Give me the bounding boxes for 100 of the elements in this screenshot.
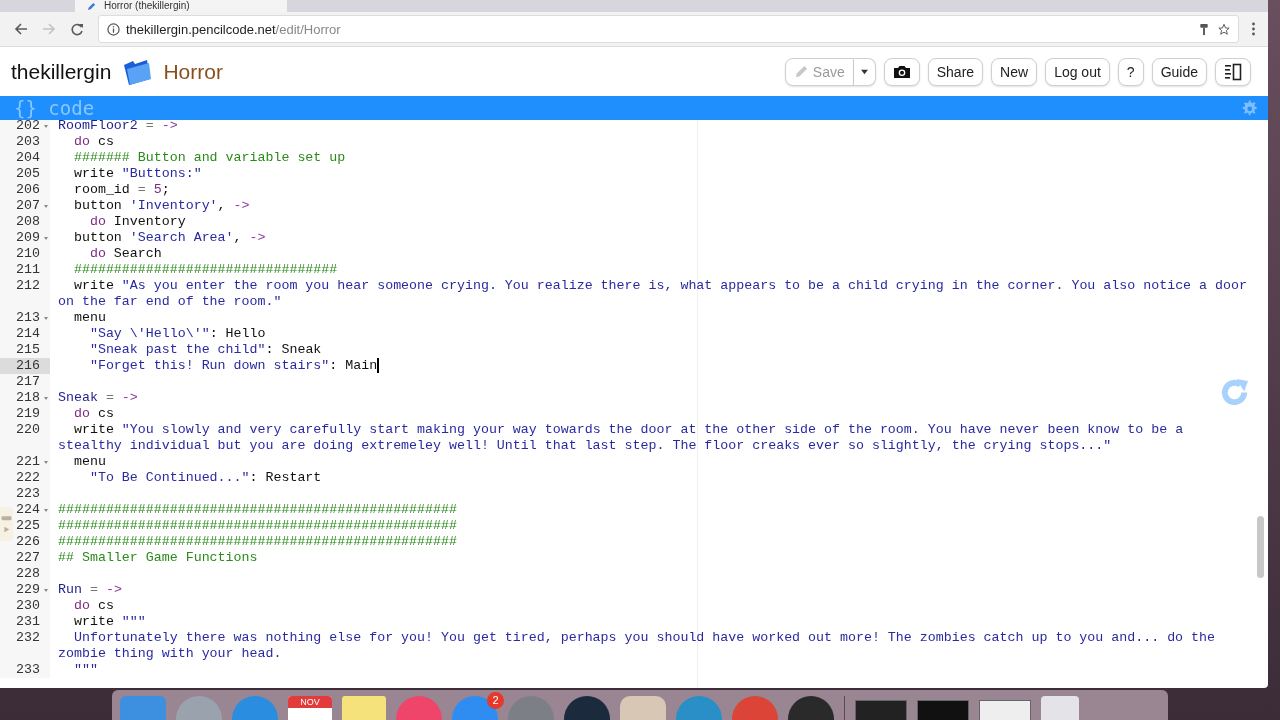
code-line: ################################# [72, 262, 338, 278]
line-number: 211 [16, 262, 41, 278]
project-name[interactable]: Horror [163, 59, 223, 84]
layout-button[interactable] [1215, 57, 1251, 86]
line-number: 213 [16, 310, 41, 326]
code-line: write "You slowly and very carefully start making your way towards the door at the other side of the room. You have never been know to be a stealthy individual but you are doing extremeley well! Until that last step. The floor creaks ever so slightly, the crying stops..." [57, 422, 1184, 454]
code-line: ## Smaller Game Functions [57, 550, 258, 566]
notification-badge: 2 [487, 692, 504, 709]
code-line: Run = -> [57, 582, 122, 598]
back-icon[interactable] [14, 22, 28, 36]
key-icon[interactable] [1198, 22, 1210, 36]
fold-icon[interactable] [44, 124, 48, 128]
fold-icon[interactable] [44, 460, 48, 464]
fold-icon[interactable] [44, 396, 48, 400]
line-number: 231 [16, 614, 41, 630]
code-line: room_id = 5; [72, 182, 170, 198]
code-line: ################################################## [57, 502, 457, 518]
user-name[interactable]: thekillergin [11, 59, 112, 84]
browser-tab[interactable]: Horror (thekillergin) [75, 0, 287, 12]
line-number: 218 [16, 390, 41, 406]
code-line: "Sneak past the child": Sneak [88, 342, 322, 358]
code-line: ################################################## [57, 534, 457, 550]
line-number: 210 [16, 246, 41, 262]
window-thumbnail[interactable] [855, 700, 907, 720]
fold-icon[interactable] [44, 316, 48, 320]
line-number: 214 [16, 326, 41, 342]
calendar-month: NOV [288, 696, 332, 708]
caret-icon[interactable] [859, 68, 869, 75]
line-number: 232 [16, 630, 41, 646]
line-number: 219 [16, 406, 41, 422]
line-number: 208 [16, 214, 41, 230]
tab-title: Horror (thekillergin) [104, 1, 190, 11]
line-number: 216 [16, 358, 41, 374]
line-number: 228 [16, 566, 41, 582]
code-line: button 'Search Area', -> [72, 230, 266, 246]
code-line: do Inventory [88, 214, 186, 230]
code-line: Sneak = -> [57, 390, 138, 406]
line-number: 203 [16, 134, 41, 150]
line-number: 212 [16, 278, 41, 294]
line-number: 221 [16, 454, 41, 470]
settings-icon[interactable] [1241, 99, 1258, 117]
pencil-icon [87, 1, 96, 11]
header-button[interactable]: Share [927, 57, 984, 86]
menu-icon[interactable] [1251, 22, 1256, 36]
line-number: 233 [16, 662, 41, 678]
code-line: "Say \'Hello\'": Hello [88, 326, 266, 342]
header-button[interactable]: Guide [1151, 57, 1207, 86]
header-button[interactable]: New [991, 57, 1038, 86]
line-number: 202 [16, 120, 41, 134]
camera-button[interactable] [883, 57, 920, 86]
line-number: 222 [16, 470, 41, 486]
code-line: "To Be Continued...": Restart [88, 470, 322, 486]
side-panel-tab[interactable] [0, 507, 13, 541]
line-number: 225 [16, 518, 41, 534]
code-line: menu [72, 454, 106, 470]
layout-icon[interactable] [1224, 62, 1242, 81]
fold-icon[interactable] [44, 236, 48, 240]
line-number: 224 [16, 502, 41, 518]
code-line: do cs [72, 134, 114, 150]
code-line: ####### Button and variable set up [72, 150, 346, 166]
line-number: 230 [16, 598, 41, 614]
line-number: 223 [16, 486, 41, 502]
line-number: 204 [16, 150, 41, 166]
code-line: RoomFloor2 = -> [57, 120, 178, 134]
code-line: ################################################## [57, 518, 457, 534]
scrollbar-thumb[interactable] [1257, 516, 1264, 578]
code-line: "Forget this! Run down stairs": Main [88, 358, 379, 374]
code-line: """ [72, 662, 98, 678]
star-icon[interactable] [1218, 22, 1230, 36]
address-bar[interactable]: thekillergin.pencilcode.net/edit/Horror [98, 15, 1239, 43]
code-line: do cs [72, 406, 114, 422]
line-number: 220 [16, 422, 41, 438]
chat-icon [1, 515, 12, 522]
code-line: button 'Inventory', -> [72, 198, 250, 214]
fold-icon[interactable] [44, 204, 48, 208]
line-number: 207 [16, 198, 41, 214]
header-button[interactable]: ? [1117, 57, 1144, 86]
line-number: 226 [16, 534, 41, 550]
code-line: menu [72, 310, 106, 326]
code-line: Unfortunately there was nothing else for you! You get tired, perhaps you should have worked out more! The zombies catch up to you and... do the zombie thing with your head. [57, 630, 1216, 662]
code-line: write "Buttons:" [72, 166, 202, 182]
camera-icon[interactable] [892, 63, 911, 80]
line-number: 215 [16, 342, 41, 358]
reload-icon[interactable] [70, 22, 84, 36]
code-line: write """ [72, 614, 146, 630]
window-thumbnail[interactable] [979, 700, 1031, 720]
code-line: do Search [88, 246, 162, 262]
code-line: write "As you enter the room you hear someone crying. You realize there is, what appears to be a child crying in the corner. You also notice a door on the far end of the room." [57, 278, 1247, 310]
info-icon [107, 22, 120, 36]
line-number: 209 [16, 230, 41, 246]
window-thumbnail[interactable] [917, 700, 969, 720]
fold-icon[interactable] [44, 588, 48, 592]
line-number: 206 [16, 182, 41, 198]
fold-icon[interactable] [44, 508, 48, 512]
header-button[interactable]: Log out [1045, 57, 1110, 86]
line-number: 229 [16, 582, 41, 598]
code-line: do cs [72, 598, 114, 614]
line-number: 205 [16, 166, 41, 182]
calendar-app[interactable]: NOV [288, 696, 332, 720]
line-number: 227 [16, 550, 41, 566]
